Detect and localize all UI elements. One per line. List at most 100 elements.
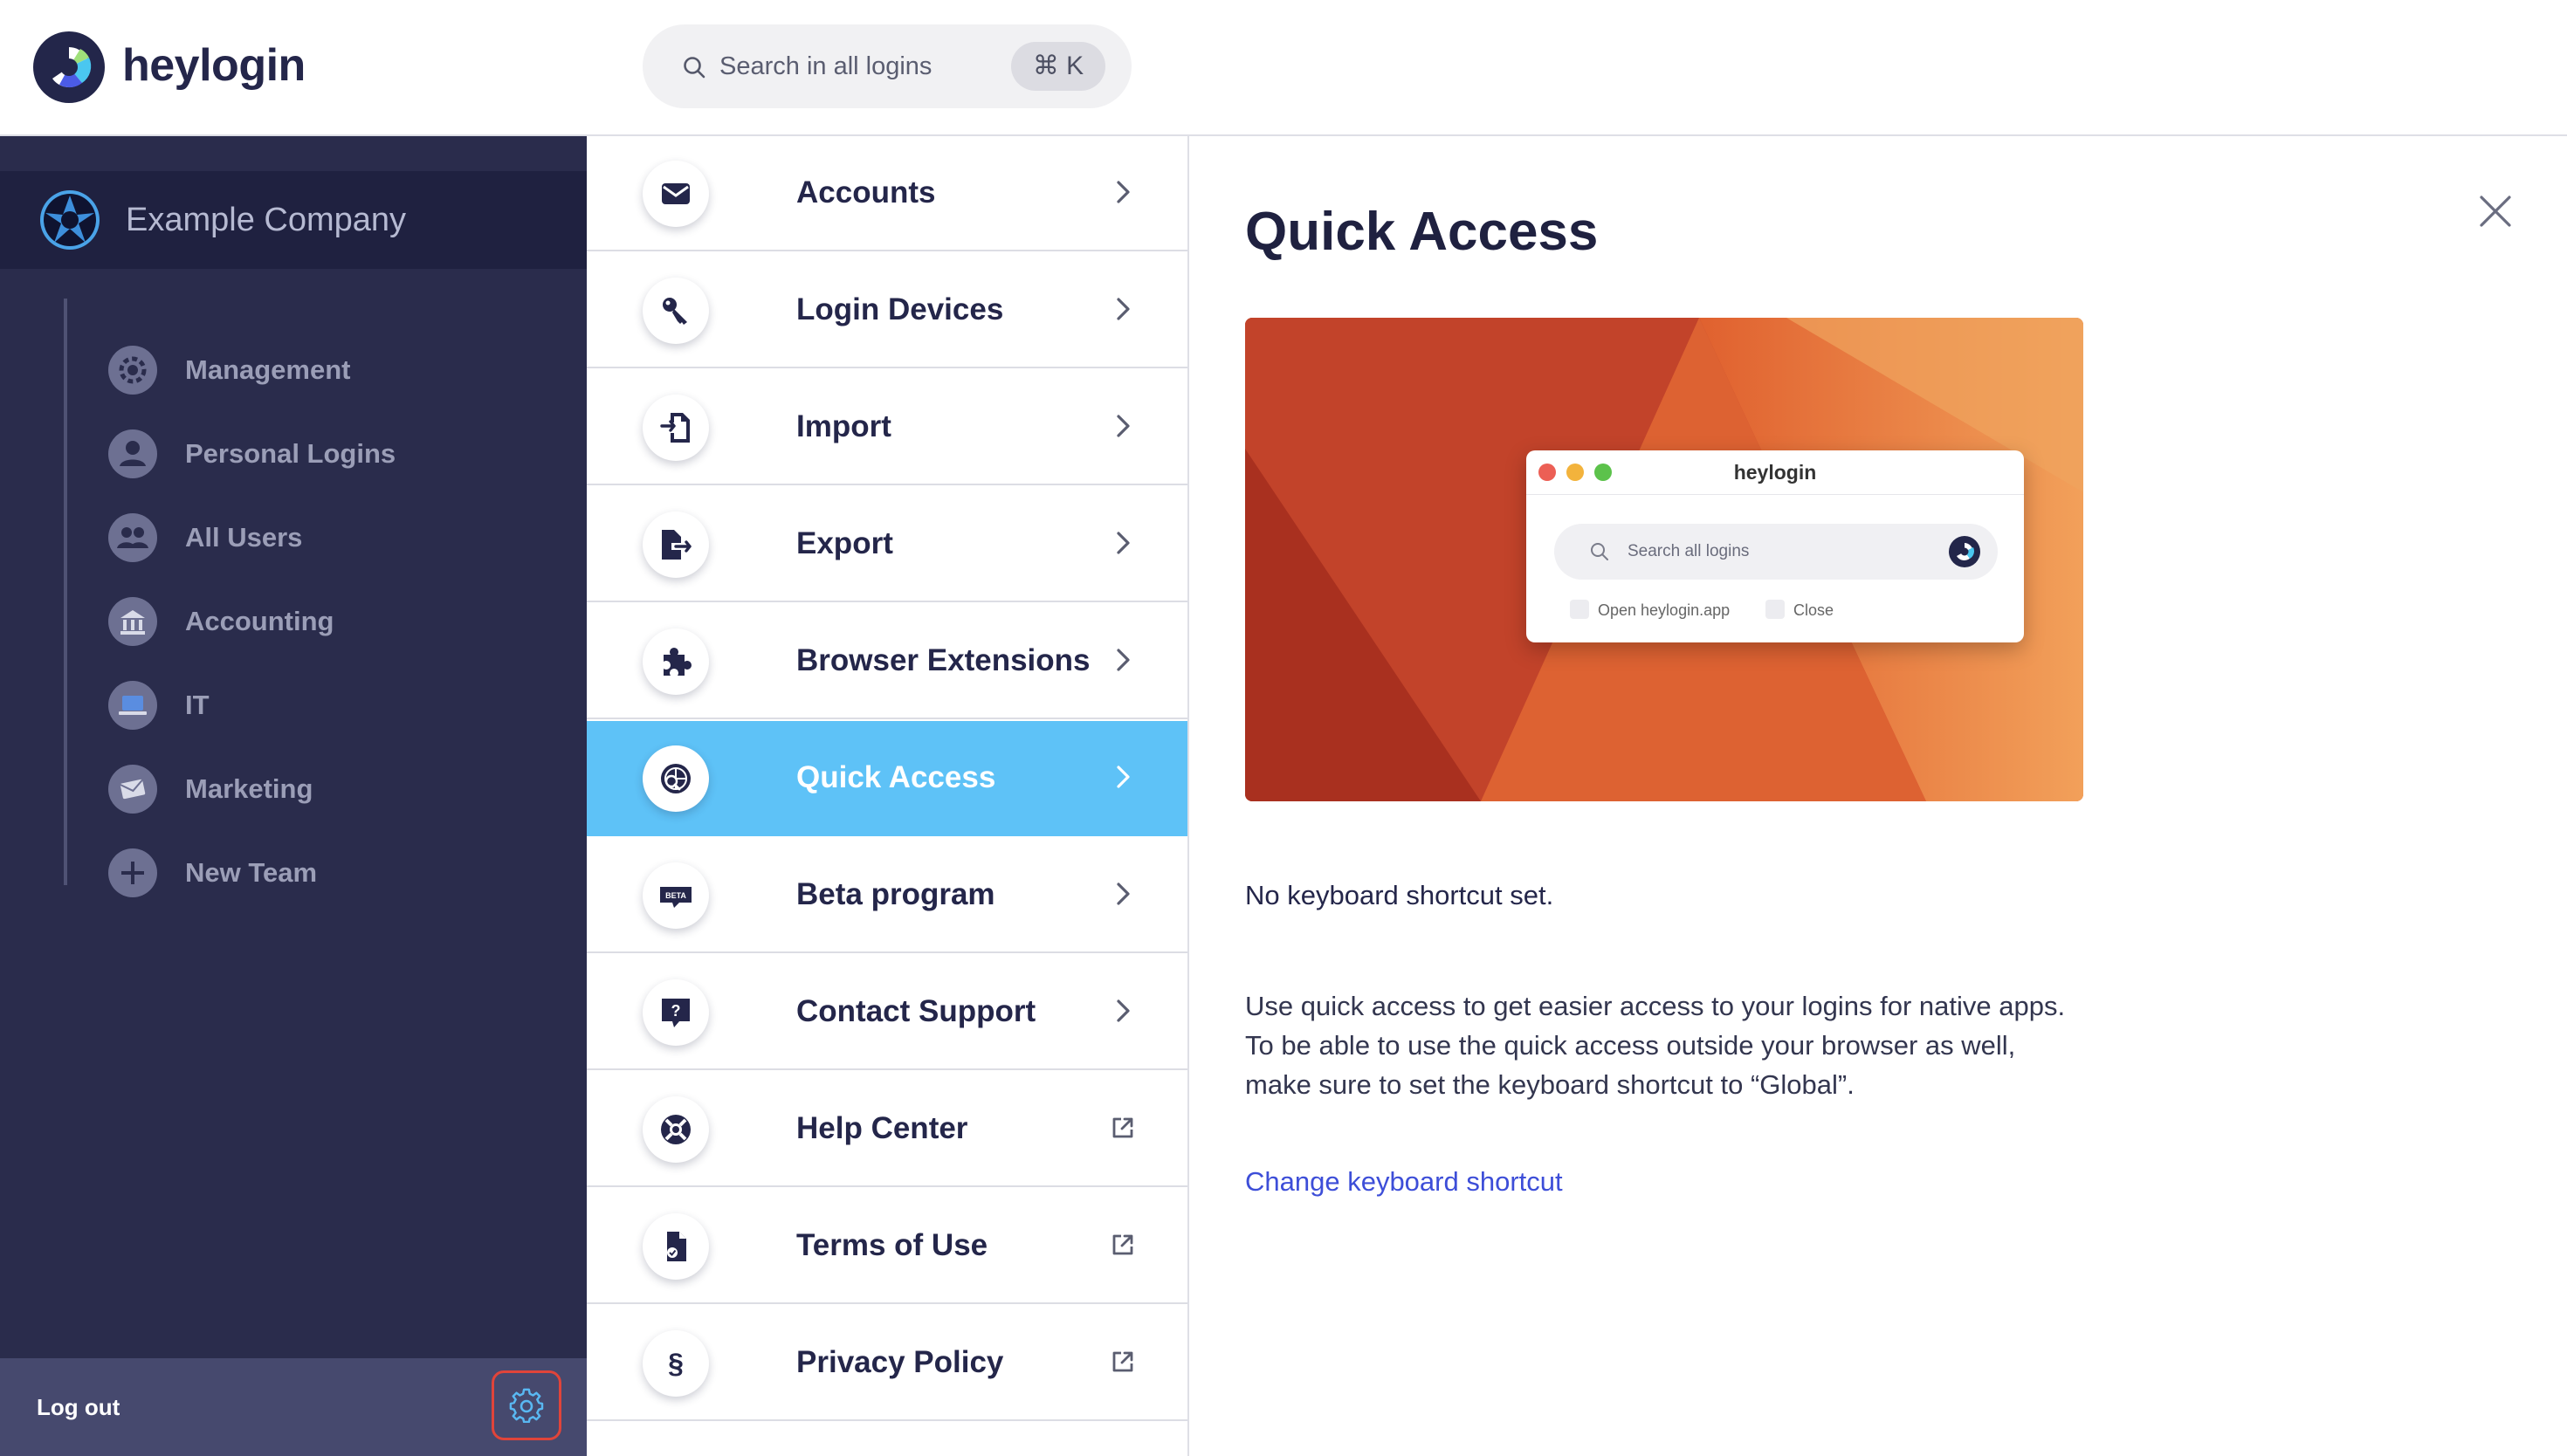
shortcut-status: No keyboard shortcut set. bbox=[1245, 880, 1554, 910]
sidebar-team-management[interactable]: Management bbox=[108, 337, 562, 402]
quick-access-description: Use quick access to get easier access to… bbox=[1245, 991, 2066, 1100]
menu-item-label: Quick Access bbox=[796, 760, 996, 794]
menu-item-privacy-policy[interactable]: § Privacy Policy bbox=[587, 1306, 1187, 1421]
puzzle-icon bbox=[643, 628, 709, 695]
chevron-right-icon bbox=[1117, 999, 1130, 1022]
search-bar[interactable]: Search in all logins ⌘ K bbox=[643, 24, 1132, 108]
quick-access-icon bbox=[643, 745, 709, 812]
preview-hint-open: Open heylogin.app bbox=[1570, 597, 1730, 623]
menu-item-terms-of-use[interactable]: Terms of Use bbox=[587, 1189, 1187, 1304]
company-name: Example Company bbox=[126, 202, 407, 238]
envelope-icon bbox=[108, 765, 157, 814]
search-placeholder: Search in all logins bbox=[719, 52, 933, 80]
settings-menu: Accounts Login Devices Import Export Bro… bbox=[587, 136, 1189, 1456]
chevron-right-icon bbox=[1117, 532, 1130, 554]
team-label: Management bbox=[185, 354, 351, 385]
new-team-button[interactable]: New Team bbox=[108, 840, 562, 904]
menu-item-label: Import bbox=[796, 409, 891, 443]
search-icon bbox=[684, 57, 705, 79]
import-icon bbox=[643, 395, 709, 461]
envelope-icon bbox=[643, 161, 709, 227]
chevron-right-icon bbox=[1117, 883, 1130, 905]
laptop-icon bbox=[108, 681, 157, 730]
change-shortcut-link[interactable]: Change keyboard shortcut bbox=[1245, 1163, 1563, 1201]
menu-item-contact-support[interactable]: ? Contact Support bbox=[587, 955, 1187, 1070]
menu-item-quick-access[interactable]: Quick Access bbox=[587, 721, 1187, 836]
question-icon: ? bbox=[643, 979, 709, 1046]
gear-icon bbox=[509, 1388, 544, 1423]
menu-item-label: Accounts bbox=[796, 175, 936, 209]
menu-item-import[interactable]: Import bbox=[587, 370, 1187, 485]
menu-item-label: Help Center bbox=[796, 1111, 968, 1145]
settings-button[interactable] bbox=[492, 1370, 561, 1440]
export-icon bbox=[643, 512, 709, 578]
menu-item-label: Export bbox=[796, 526, 893, 560]
chevron-right-icon bbox=[1117, 415, 1130, 437]
search-shortcut-badge: ⌘ K bbox=[1011, 42, 1105, 91]
sidebar-footer: Log out bbox=[0, 1358, 587, 1456]
external-link-icon bbox=[1112, 1351, 1133, 1372]
team-tree-line bbox=[64, 299, 67, 885]
company-logo-icon bbox=[40, 190, 100, 250]
menu-item-label: Contact Support bbox=[796, 994, 1036, 1028]
chevron-right-icon bbox=[1117, 181, 1130, 203]
cog-icon bbox=[108, 346, 157, 395]
menu-item-label: Terms of Use bbox=[796, 1228, 988, 1262]
detail-panel: Quick Access heylogin Search all logins … bbox=[1189, 136, 2567, 1456]
chevron-right-icon bbox=[1117, 649, 1130, 671]
beta-icon: BETA bbox=[643, 862, 709, 929]
menu-item-label: Browser Extensions bbox=[796, 643, 1091, 677]
key-icon bbox=[643, 278, 709, 344]
page-title: Quick Access bbox=[1245, 202, 1599, 262]
menu-item-login-devices[interactable]: Login Devices bbox=[587, 253, 1187, 368]
beta-badge-text: BETA bbox=[665, 891, 686, 900]
menu-item-export[interactable]: Export bbox=[587, 487, 1187, 602]
sidebar-team-personal-logins[interactable]: Personal Logins bbox=[108, 421, 562, 485]
close-icon[interactable] bbox=[2474, 190, 2516, 232]
plus-icon bbox=[108, 848, 157, 897]
team-label: IT bbox=[185, 690, 210, 720]
preview-search-bar: Search all logins bbox=[1554, 524, 1998, 580]
sidebar-team-accounting[interactable]: Accounting bbox=[108, 588, 562, 653]
menu-item-beta-program[interactable]: BETA Beta program bbox=[587, 838, 1187, 953]
chevron-right-icon bbox=[1117, 298, 1130, 320]
document-icon bbox=[643, 1213, 709, 1280]
quick-access-preview-image: heylogin Search all logins Open heylogin… bbox=[1245, 318, 2083, 801]
menu-item-help-center[interactable]: Help Center bbox=[587, 1072, 1187, 1187]
svg-text:?: ? bbox=[671, 1002, 681, 1020]
heylogin-logo-icon[interactable] bbox=[33, 31, 105, 103]
users-icon bbox=[108, 513, 157, 562]
heylogin-logo-icon bbox=[1949, 536, 1980, 567]
escape-key-icon bbox=[1765, 600, 1785, 620]
search-icon bbox=[1591, 543, 1608, 560]
user-icon bbox=[108, 429, 157, 478]
preview-hint-close: Close bbox=[1765, 597, 1834, 623]
paragraph-icon: § bbox=[643, 1330, 709, 1397]
menu-item-browser-extensions[interactable]: Browser Extensions bbox=[587, 604, 1187, 719]
preview-window-title: heylogin bbox=[1733, 461, 1817, 484]
logout-button[interactable]: Log out bbox=[37, 1358, 120, 1456]
sidebar: Example Company Management Personal Logi… bbox=[0, 136, 587, 1456]
brand-name: heylogin bbox=[122, 40, 306, 91]
external-link-icon bbox=[1112, 1234, 1133, 1255]
preview-window: heylogin Search all logins Open heylogin… bbox=[1526, 450, 2024, 642]
sidebar-team-it[interactable]: IT bbox=[108, 672, 562, 737]
external-link-icon bbox=[1112, 1117, 1133, 1138]
top-header: heylogin Search in all logins ⌘ K bbox=[0, 0, 2567, 136]
sidebar-team-marketing[interactable]: Marketing bbox=[108, 756, 562, 821]
team-label: Marketing bbox=[185, 773, 313, 804]
bank-icon bbox=[108, 597, 157, 646]
menu-item-label: Privacy Policy bbox=[796, 1345, 1004, 1379]
team-label: Accounting bbox=[185, 606, 334, 636]
svg-text:§: § bbox=[668, 1348, 684, 1379]
preview-search-placeholder: Search all logins bbox=[1628, 542, 1750, 560]
menu-item-label: Login Devices bbox=[796, 292, 1004, 326]
team-label: All Users bbox=[185, 522, 303, 553]
company-switcher[interactable]: Example Company bbox=[0, 171, 587, 269]
preview-window-titlebar: heylogin bbox=[1526, 450, 2024, 495]
team-label: Personal Logins bbox=[185, 438, 396, 469]
menu-item-label: Beta program bbox=[796, 877, 995, 911]
sidebar-team-all-users[interactable]: All Users bbox=[108, 505, 562, 569]
team-label: New Team bbox=[185, 857, 318, 888]
menu-item-accounts[interactable]: Accounts bbox=[587, 136, 1187, 251]
